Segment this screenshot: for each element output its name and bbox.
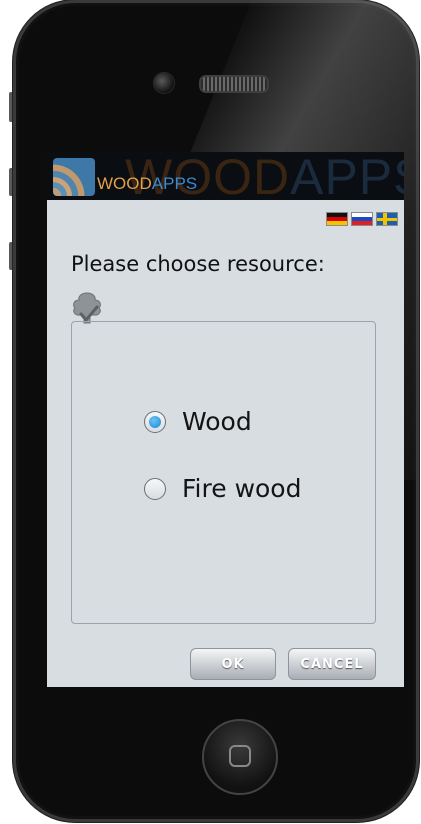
earpiece-speaker <box>199 75 269 93</box>
resource-prompt: Please choose resource: <box>71 252 325 276</box>
woodapps-logo-icon <box>53 158 95 196</box>
ok-button[interactable]: OK <box>190 648 276 680</box>
option-fire-wood-label: Fire wood <box>182 474 302 503</box>
logo-wood-text: WOOD <box>97 174 152 193</box>
app-header: WOODAPPS WOODAPPS <box>47 152 404 200</box>
app-screen: WOODAPPS WOODAPPS Please choose resource… <box>47 152 404 687</box>
option-fire-wood[interactable]: Fire wood <box>144 474 301 503</box>
device-mockup: WOODAPPS WOODAPPS Please choose resource… <box>0 0 421 824</box>
cancel-button[interactable]: CANCEL <box>288 648 376 680</box>
option-wood[interactable]: Wood <box>144 407 252 436</box>
option-wood-label: Wood <box>182 407 252 436</box>
logo-apps-text: APPS <box>151 174 198 193</box>
radio-wood[interactable] <box>144 410 166 433</box>
flag-se-icon[interactable] <box>376 212 398 226</box>
front-camera <box>153 72 175 94</box>
radio-fire-wood[interactable] <box>144 477 166 500</box>
resource-fieldset: Wood Fire wood <box>71 321 376 624</box>
home-square-icon <box>229 745 251 767</box>
language-selector <box>326 212 398 226</box>
flag-de-icon[interactable] <box>326 212 348 226</box>
flag-si-icon[interactable] <box>351 212 373 226</box>
banner-apps-text: APPS <box>290 152 404 200</box>
app-logo-text: WOODAPPS <box>97 174 197 194</box>
home-button[interactable] <box>202 719 278 795</box>
